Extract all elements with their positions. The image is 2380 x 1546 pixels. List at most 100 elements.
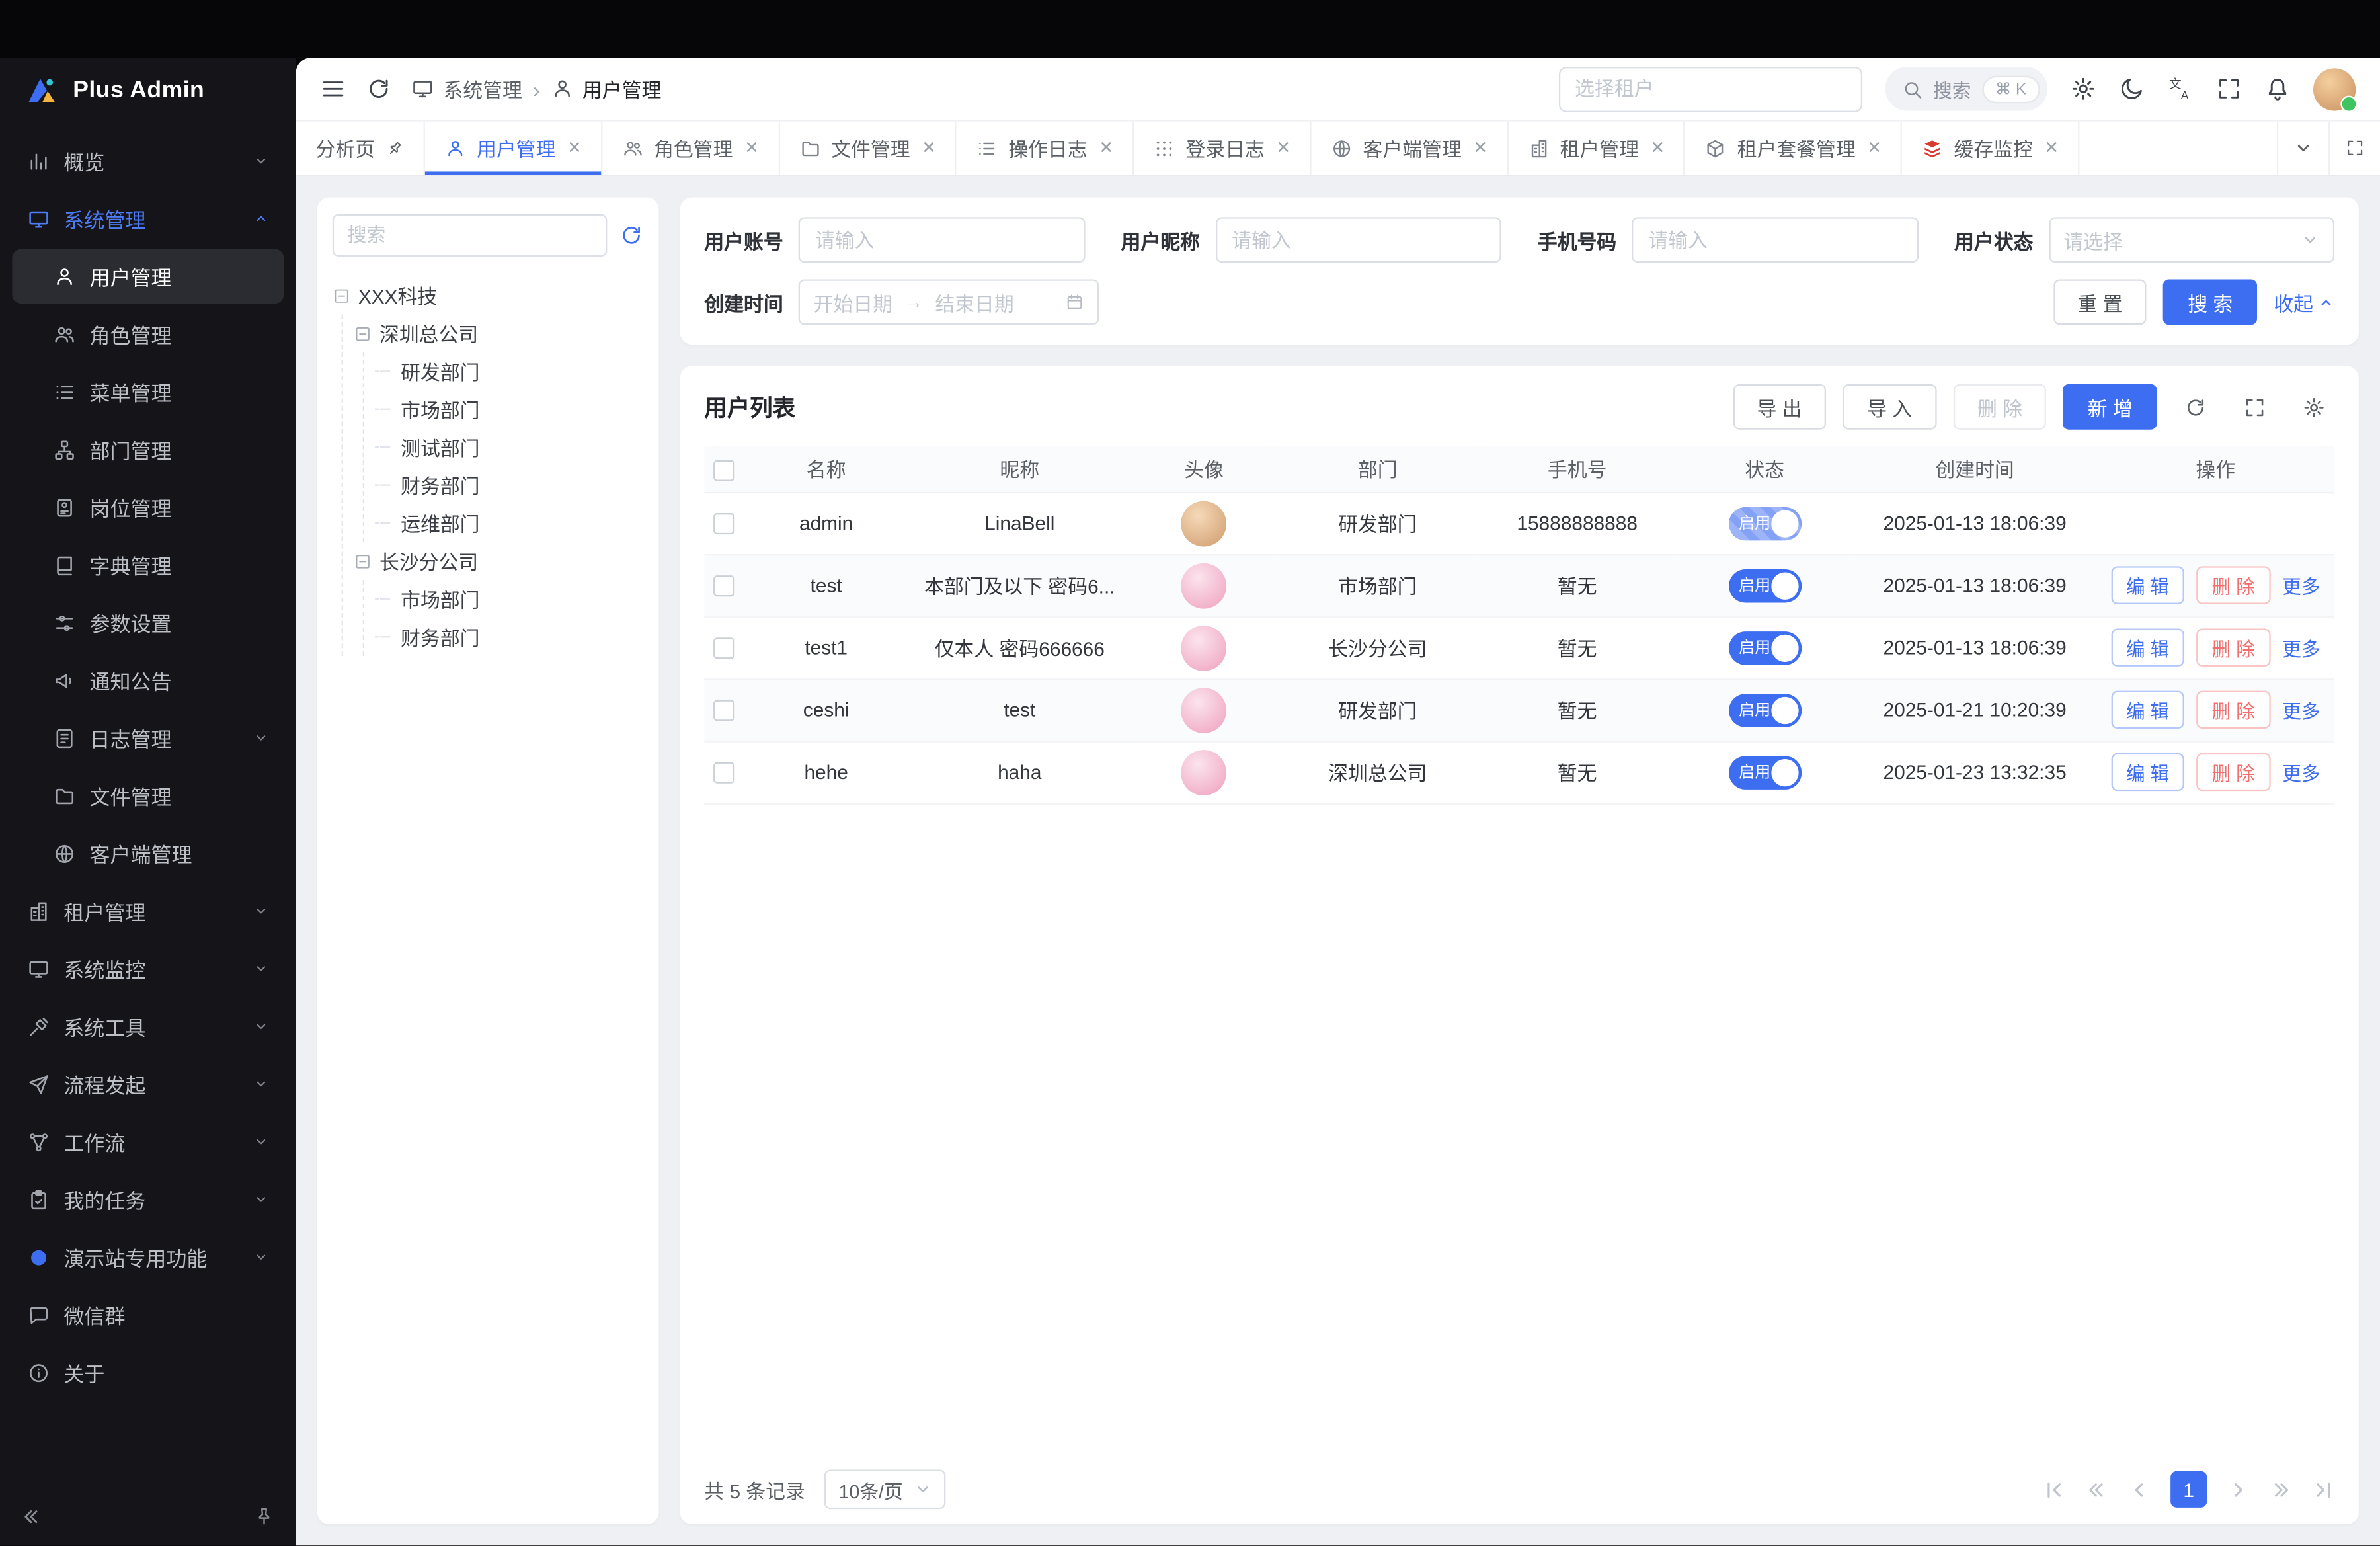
close-tab-icon[interactable]: ×	[2045, 137, 2058, 159]
delete-button[interactable]: 删 除	[2197, 753, 2270, 791]
sidebar-item-system-monitor[interactable]: 系统监控	[12, 941, 284, 996]
tree-node[interactable]: 运维部门	[375, 504, 643, 542]
status-toggle[interactable]: 启用	[1728, 569, 1801, 602]
tree-node[interactable]: 长沙分公司	[354, 542, 644, 580]
refresh-page-icon[interactable]	[366, 76, 391, 102]
sidebar-item-my-tasks[interactable]: 我的任务	[12, 1172, 284, 1227]
global-search-button[interactable]: 搜索 ⌘ K	[1885, 67, 2048, 111]
sidebar-item-workflow[interactable]: 工作流	[12, 1114, 284, 1169]
expand-table-button[interactable]	[2233, 386, 2275, 428]
tab-analysis[interactable]: 分析页	[296, 122, 425, 175]
close-tab-icon[interactable]: ×	[1277, 137, 1290, 159]
export-button[interactable]: 导 出	[1733, 384, 1826, 430]
settings-icon[interactable]	[2071, 76, 2096, 102]
tree-refresh-icon[interactable]	[619, 224, 644, 248]
tenant-select-input[interactable]	[1558, 66, 1862, 112]
sidebar-item-client-manage[interactable]: 客户端管理	[12, 826, 284, 881]
sidebar-item-post-manage[interactable]: 岗位管理	[12, 480, 284, 535]
delete-button[interactable]: 删 除	[2197, 691, 2270, 729]
app-logo[interactable]: Plus Admin	[0, 58, 296, 124]
sidebar-item-menu-manage[interactable]: 菜单管理	[12, 364, 284, 419]
edit-button[interactable]: 编 辑	[2111, 629, 2184, 667]
row-checkbox[interactable]	[713, 700, 734, 721]
more-button[interactable]: 更多	[2282, 758, 2320, 787]
next-jump-icon[interactable]	[2269, 1478, 2291, 1500]
delete-button[interactable]: 删 除	[2197, 566, 2270, 604]
tab-tenant-package[interactable]: 租户套餐管理×	[1686, 122, 1903, 175]
sidebar-item-log-manage[interactable]: 日志管理	[12, 710, 284, 765]
tree-node[interactable]: 测试部门	[375, 428, 643, 466]
close-tab-icon[interactable]: ×	[568, 137, 581, 159]
filter-input-account[interactable]	[799, 217, 1085, 263]
tab-op-log[interactable]: 操作日志×	[957, 122, 1134, 175]
sidebar-item-tenant-manage[interactable]: 租户管理	[12, 883, 284, 938]
delete-selected-button[interactable]: 删 除	[1953, 384, 2046, 430]
table-settings-button[interactable]	[2292, 386, 2334, 428]
close-tab-icon[interactable]: ×	[1474, 137, 1487, 159]
page-size-select[interactable]: 10条/页	[825, 1469, 945, 1509]
sidebar-item-file-manage[interactable]: 文件管理	[12, 768, 284, 823]
pin-sidebar-icon[interactable]	[253, 1506, 274, 1527]
import-button[interactable]: 导 入	[1843, 384, 1936, 430]
select-all-checkbox[interactable]	[713, 460, 734, 481]
sidebar-item-overview[interactable]: 概览	[12, 134, 284, 188]
close-tab-icon[interactable]: ×	[1868, 137, 1881, 159]
language-icon[interactable]: 文A	[2168, 76, 2194, 102]
filter-input-nickname[interactable]	[1215, 217, 1501, 263]
notifications-icon[interactable]	[2265, 76, 2291, 102]
filter-input-phone[interactable]	[1632, 217, 1918, 263]
row-checkbox[interactable]	[713, 514, 734, 535]
more-button[interactable]: 更多	[2282, 571, 2320, 600]
tree-node[interactable]: 深圳总公司	[354, 314, 644, 352]
tab-file[interactable]: 文件管理×	[779, 122, 957, 175]
status-toggle[interactable]: 启用	[1728, 755, 1801, 789]
sidebar-item-system[interactable]: 系统管理	[12, 191, 284, 246]
sidebar-item-role-manage[interactable]: 角色管理	[12, 307, 284, 362]
last-page-icon[interactable]	[2312, 1478, 2334, 1500]
tab-tenant[interactable]: 租户管理×	[1508, 122, 1685, 175]
row-checkbox[interactable]	[713, 762, 734, 784]
prev-page-icon[interactable]	[2128, 1478, 2151, 1500]
close-tab-icon[interactable]: ×	[1099, 137, 1113, 159]
fullscreen-icon[interactable]	[2216, 76, 2242, 102]
tree-node[interactable]: 市场部门	[375, 580, 643, 618]
sidebar-item-system-tools[interactable]: 系统工具	[12, 999, 284, 1054]
tab-dropdown-button[interactable]	[2277, 122, 2328, 175]
dark-mode-icon[interactable]	[2119, 76, 2145, 102]
edit-button[interactable]: 编 辑	[2111, 566, 2184, 604]
close-tab-icon[interactable]: ×	[1651, 137, 1664, 159]
row-checkbox[interactable]	[713, 638, 734, 659]
prev-jump-icon[interactable]	[2086, 1478, 2108, 1500]
add-user-button[interactable]: 新 增	[2063, 384, 2157, 430]
tab-client[interactable]: 客户端管理×	[1311, 122, 1508, 175]
sidebar-item-wechat-group[interactable]: 微信群	[12, 1287, 284, 1342]
content-fullscreen-button[interactable]	[2328, 122, 2380, 175]
tree-node[interactable]: 财务部门	[375, 618, 643, 655]
tab-role[interactable]: 角色管理×	[602, 122, 779, 175]
user-avatar-menu[interactable]	[2313, 67, 2356, 110]
tree-search-input[interactable]	[333, 214, 608, 257]
edit-button[interactable]: 编 辑	[2111, 753, 2184, 791]
sidebar-item-dict-manage[interactable]: 字典管理	[12, 538, 284, 592]
more-button[interactable]: 更多	[2282, 633, 2320, 662]
sidebar-item-demo-features[interactable]: 演示站专用功能	[12, 1230, 284, 1285]
menu-icon[interactable]	[320, 76, 346, 102]
status-toggle[interactable]: 启用	[1728, 693, 1801, 727]
sidebar-item-notice[interactable]: 通知公告	[12, 653, 284, 708]
tab-user[interactable]: 用户管理×	[425, 122, 602, 175]
tree-node[interactable]: 财务部门	[375, 466, 643, 504]
next-page-icon[interactable]	[2227, 1478, 2249, 1500]
collapse-sidebar-icon[interactable]	[21, 1506, 42, 1527]
sidebar-item-about[interactable]: 关于	[12, 1345, 284, 1400]
search-button[interactable]: 搜 索	[2164, 279, 2257, 325]
sidebar-item-user-manage[interactable]: 用户管理	[12, 249, 284, 304]
delete-button[interactable]: 删 除	[2197, 629, 2270, 667]
refresh-table-button[interactable]	[2174, 386, 2216, 428]
breadcrumb-item[interactable]: 系统管理	[443, 75, 522, 104]
sidebar-item-flow-start[interactable]: 流程发起	[12, 1057, 284, 1112]
date-range-picker[interactable]: 开始日期 → 结束日期	[799, 279, 1099, 325]
tree-node[interactable]: 研发部门	[375, 352, 643, 390]
edit-button[interactable]: 编 辑	[2111, 691, 2184, 729]
close-tab-icon[interactable]: ×	[922, 137, 935, 159]
status-toggle[interactable]: 启用	[1728, 631, 1801, 665]
